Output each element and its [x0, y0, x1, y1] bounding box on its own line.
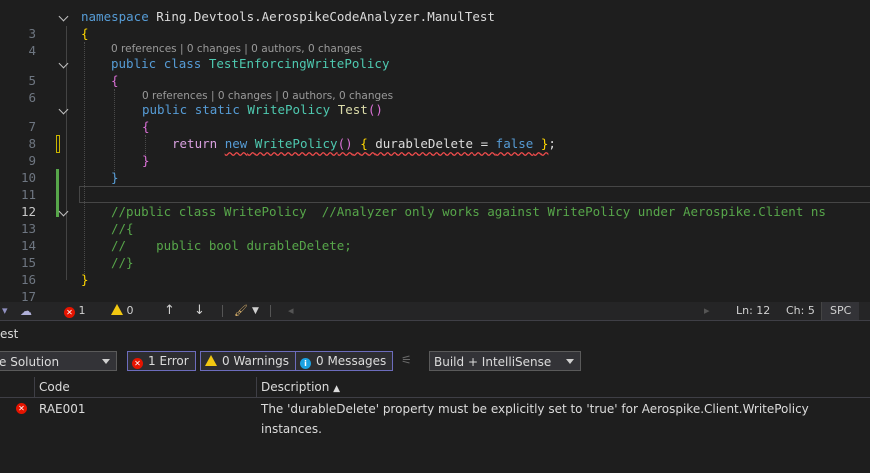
messages-filter-button[interactable]: i0 Messages	[295, 351, 394, 371]
keyword: new	[224, 136, 248, 151]
scope-dropdown[interactable]: e Solution	[0, 351, 117, 371]
down-arrow-icon[interactable]: ↓	[194, 302, 205, 320]
table-row[interactable]: ✕ RAE001 The 'durableDelete' property mu…	[0, 399, 870, 436]
source-dropdown[interactable]: Build + IntelliSense	[429, 351, 581, 371]
brace: {	[142, 119, 150, 134]
scroll-right-icon[interactable]: ▸	[704, 302, 710, 320]
comment: //public class WritePolicy //Analyzer on…	[111, 204, 826, 219]
code-column-header[interactable]: Code	[39, 377, 70, 397]
health-icon[interactable]: ☁	[20, 302, 32, 320]
error-icon: ✕	[64, 307, 75, 318]
code-editor[interactable]: 3 namespace Ring.Devtools.AerospikeCodeA…	[0, 0, 870, 302]
error-description: The 'durableDelete' property must be exp…	[261, 402, 809, 436]
code-line-5: 5 public class TestEnforcingWritePolicy	[0, 55, 870, 88]
code-line-18: 18	[0, 288, 870, 302]
error-code: RAE001	[39, 402, 86, 416]
divider	[222, 305, 223, 317]
sort-up-icon: ▲	[333, 384, 341, 394]
brace: {	[360, 136, 368, 151]
info-icon: i	[300, 358, 311, 369]
filter-icon[interactable]: ⚟	[401, 353, 412, 367]
class-name: TestEnforcingWritePolicy	[208, 56, 390, 71]
code-line-11: 11 }	[0, 169, 870, 202]
whitespace-indicator[interactable]: SPC	[821, 302, 860, 320]
divider	[270, 305, 271, 317]
return-type: WritePolicy	[247, 102, 331, 117]
chevron-down-icon	[102, 359, 110, 364]
column-divider[interactable]	[34, 377, 35, 397]
code-line-15: 15 // public bool durableDelete;	[0, 237, 870, 270]
brace: }	[142, 153, 150, 168]
parens: ()	[337, 136, 353, 151]
comment: //{	[111, 221, 134, 236]
keyword: public	[111, 56, 157, 71]
brace: {	[81, 26, 89, 41]
semicolon: ;	[548, 136, 556, 151]
line-indicator: Ln: 12	[736, 304, 771, 317]
fold-chevron-icon[interactable]	[58, 11, 69, 22]
method-name: Test	[337, 102, 368, 117]
brace: }	[81, 272, 89, 287]
code-line-6: 6 {	[0, 72, 870, 105]
up-arrow-icon[interactable]: ↑	[164, 302, 175, 320]
code-line-13: 13 //public class WritePolicy //Analyzer…	[0, 203, 870, 236]
error-list-panel: est e Solution ✕ 1 Error 0 Warnings i0 Me…	[0, 320, 870, 473]
error-list-header: Code Description ▲	[0, 377, 870, 398]
code-line-8: 8 {	[0, 118, 870, 151]
column-indicator: Ch: 5	[786, 304, 815, 317]
panel-title: est	[0, 327, 19, 341]
brush-icon[interactable]: 🖌	[234, 302, 248, 320]
column-divider[interactable]	[256, 377, 257, 397]
keyword: false	[495, 136, 534, 151]
chevron-down-icon[interactable]: ▼	[252, 302, 259, 320]
keyword: return	[172, 136, 218, 151]
errors-filter-button[interactable]: ✕ 1 Error	[127, 351, 196, 371]
fold-chevron-icon[interactable]	[58, 206, 69, 217]
property-name: durableDelete	[375, 136, 474, 151]
namespace-name: Ring.Devtools.AerospikeCodeAnalyzer.Manu…	[156, 9, 495, 24]
error-count[interactable]: ✕ 1	[64, 302, 86, 320]
chevron-down-icon	[566, 359, 574, 364]
error-list-toolbar: e Solution ✕ 1 Error 0 Warnings i0 Messag…	[0, 351, 870, 373]
keyword: namespace	[81, 9, 149, 24]
scroll-left-icon[interactable]: ◂	[288, 302, 294, 320]
warning-icon	[111, 304, 123, 315]
editor-status-bar: ▾ ☁ ✕ 1 0 ↑ ↓ 🖌 ▼ ◂ ▸ Ln: 12 Ch: 5 SPC	[0, 302, 870, 320]
type-name: WritePolicy	[254, 136, 338, 151]
fold-chevron-icon[interactable]	[58, 104, 69, 115]
warnings-filter-button[interactable]: 0 Warnings	[200, 351, 297, 371]
code-line-9: 9 return new WritePolicy() { durableDele…	[0, 135, 870, 168]
brace: {	[111, 73, 119, 88]
zoom-dropdown-chevron-icon[interactable]: ▾	[2, 302, 8, 320]
error-icon: ✕	[16, 403, 27, 414]
code-line-4: 4 {	[0, 25, 870, 58]
fold-chevron-icon[interactable]	[58, 58, 69, 69]
codelens-class[interactable]: 0 references | 0 changes | 0 authors, 0 …	[111, 43, 362, 55]
warning-count[interactable]: 0	[111, 302, 134, 320]
operator: =	[473, 136, 496, 151]
code-line-12[interactable]: 12	[0, 186, 870, 219]
warning-icon	[205, 355, 217, 366]
brace: }	[111, 170, 119, 185]
keyword: class	[163, 56, 202, 71]
error-icon: ✕	[132, 358, 143, 369]
code-line-16: 16 //}	[0, 254, 870, 287]
comment: // public bool durableDelete;	[111, 238, 352, 253]
keyword: public	[142, 102, 188, 117]
comment: //}	[111, 255, 134, 270]
code-line-17: 17 }	[0, 271, 870, 302]
parens: ()	[367, 102, 383, 117]
code-line-7: 7 public static WritePolicy Test()	[0, 101, 870, 134]
code-line-10: 10 }	[0, 152, 870, 185]
description-column-header[interactable]: Description ▲	[261, 377, 340, 399]
error-squiggle-expression[interactable]: new WritePolicy() { durableDelete = fals…	[225, 136, 549, 151]
code-line-3: 3 namespace Ring.Devtools.AerospikeCodeA…	[0, 8, 870, 41]
code-line-14: 14 //{	[0, 220, 870, 253]
keyword: static	[194, 102, 240, 117]
